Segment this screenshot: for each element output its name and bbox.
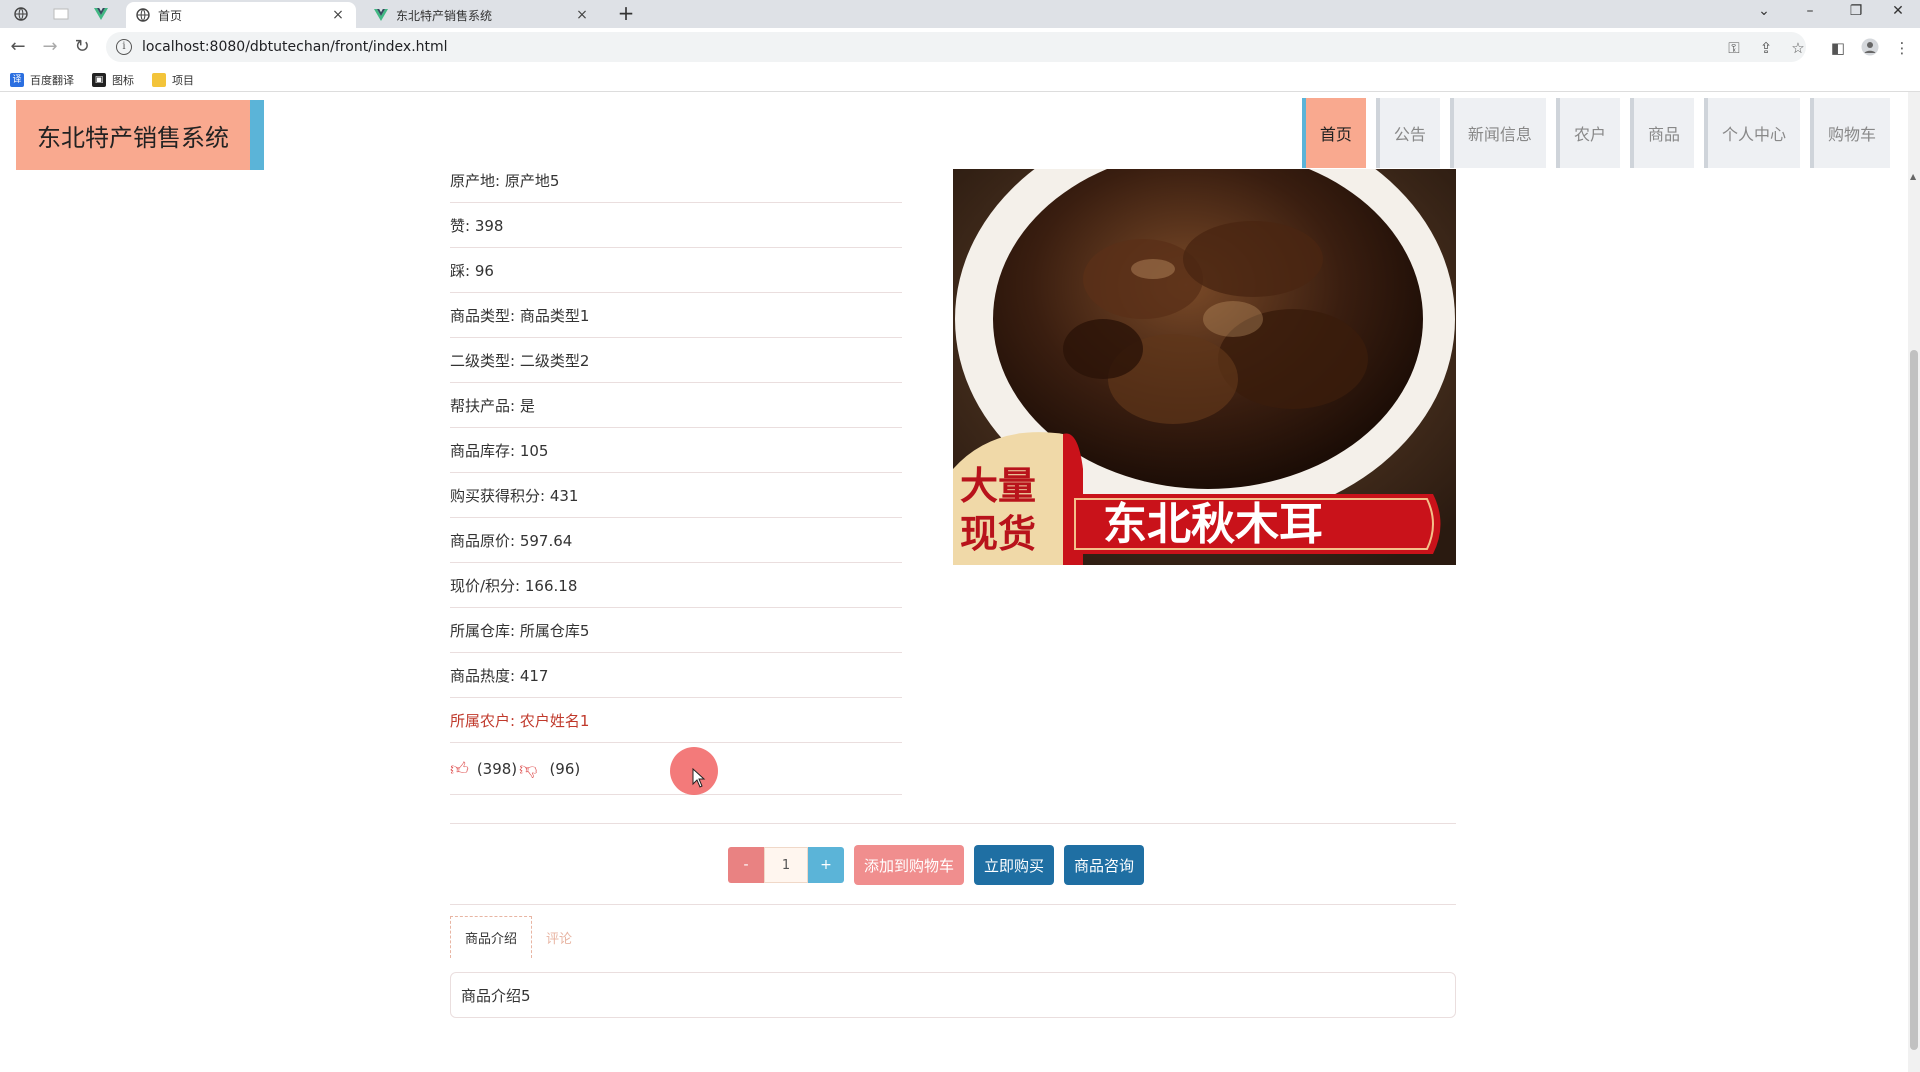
dislike-count: (96) — [549, 759, 581, 778]
side-panel-icon[interactable]: ◧ — [1828, 38, 1848, 58]
vue-logo-icon — [374, 8, 388, 22]
add-to-cart-button[interactable]: 添加到购物车 — [854, 845, 965, 885]
bookmark-baidu-translate[interactable]: 译 百度翻译 — [10, 72, 74, 88]
tab-home[interactable]: 首页 × — [126, 2, 356, 28]
globe-icon — [136, 8, 150, 22]
detail-dislikes: 踩: 96 — [450, 248, 902, 293]
thumbs-up-icon[interactable]: 👍︎ — [450, 758, 469, 780]
detail-warehouse: 所属仓库: 所属仓库5 — [450, 608, 902, 653]
omnibox[interactable]: i localhost:8080/dbtutechan/front/index.… — [106, 32, 1806, 62]
close-icon[interactable]: × — [574, 7, 590, 23]
detail-points: 购买获得积分: 431 — [450, 473, 902, 518]
product-details: 原产地: 原产地5 赞: 398 踩: 96 商品类型: 商品类型1 二级类型:… — [450, 158, 902, 795]
site-logo[interactable]: 东北特产销售系统 — [16, 100, 264, 170]
site-info-icon[interactable]: i — [116, 39, 132, 55]
more-menu-icon[interactable]: ⋮ — [1892, 38, 1912, 58]
nav-farmer[interactable]: 农户 — [1555, 98, 1620, 168]
buy-now-button[interactable]: 立即购买 — [974, 845, 1055, 885]
detail-current-price: 现价/积分: 166.18 — [450, 563, 902, 608]
globe-icon[interactable] — [6, 2, 36, 26]
badge-text-2: 现货 — [960, 512, 1036, 556]
address-bar-row: ← → ↻ i localhost:8080/dbtutechan/front/… — [0, 28, 1920, 68]
scrollbar-thumb[interactable] — [1910, 350, 1918, 1050]
nav-goods[interactable]: 商品 — [1629, 98, 1694, 168]
product-tabs: 商品介绍 评论 — [450, 916, 586, 958]
forward-icon[interactable]: → — [38, 36, 62, 60]
top-nav: 首页 公告 新闻信息 农户 商品 个人中心 购物车 — [1301, 98, 1890, 168]
detail-popularity: 商品热度: 417 — [450, 653, 902, 698]
purchase-bar: - 1 + 添加到购物车 立即购买 商品咨询 — [728, 845, 1145, 885]
nav-cart[interactable]: 购物车 — [1809, 98, 1890, 168]
minimize-button[interactable]: – — [1788, 0, 1832, 24]
cursor-arrow-icon — [692, 767, 706, 792]
detail-original-price: 商品原价: 597.64 — [450, 518, 902, 563]
bookmarks-bar: 译 百度翻译 ▣ 图标 项目 — [0, 68, 1920, 92]
badge-text-1: 大量 — [960, 464, 1036, 508]
detail-farmer-link[interactable]: 所属农户: 农户姓名1 — [450, 698, 902, 743]
detail-likes: 赞: 398 — [450, 203, 902, 248]
window-tab-icon[interactable] — [46, 2, 76, 26]
tab-title: 东北特产销售系统 — [396, 8, 493, 23]
detail-origin: 原产地: 原产地5 — [450, 158, 902, 203]
banner-text: 东北秋木耳 — [1103, 499, 1323, 550]
detail-stock: 商品库存: 105 — [450, 428, 902, 473]
nav-notice[interactable]: 公告 — [1375, 98, 1440, 168]
bookmark-label: 百度翻译 — [30, 73, 74, 87]
window-close-button[interactable]: ✕ — [1876, 0, 1920, 24]
nav-home[interactable]: 首页 — [1301, 98, 1366, 168]
share-icon[interactable]: ⇪ — [1756, 38, 1776, 58]
vue-logo-icon[interactable] — [86, 2, 116, 26]
nav-news[interactable]: 新闻信息 — [1449, 98, 1546, 168]
folder-icon — [152, 72, 166, 87]
divider — [450, 823, 1456, 824]
detail-category: 商品类型: 商品类型1 — [450, 293, 902, 338]
restore-button[interactable]: ❐ — [1834, 0, 1878, 24]
translate-icon: 译 — [10, 72, 24, 87]
image-icon: ▣ — [92, 72, 106, 87]
quantity-increase-button[interactable]: + — [808, 847, 844, 883]
bookmark-label: 项目 — [172, 73, 194, 87]
close-icon[interactable]: × — [330, 7, 346, 23]
tab-system[interactable]: 东北特产销售系统 × — [364, 2, 600, 28]
tab-search-icon[interactable]: ⌄ — [1742, 0, 1786, 24]
new-tab-button[interactable]: + — [614, 2, 638, 26]
quantity-decrease-button[interactable]: - — [728, 847, 764, 883]
bookmark-project[interactable]: 项目 — [152, 72, 194, 88]
like-count: (398) — [476, 759, 518, 778]
back-icon[interactable]: ← — [6, 36, 30, 60]
reload-icon[interactable]: ↻ — [70, 36, 94, 60]
nav-personal-center[interactable]: 个人中心 — [1703, 98, 1800, 168]
product-intro-content: 商品介绍5 — [450, 972, 1456, 1018]
product-image: 大量 现货 东北秋木耳 — [953, 169, 1456, 565]
tab-comments[interactable]: 评论 — [532, 916, 586, 958]
url-text[interactable]: localhost:8080/dbtutechan/front/index.ht… — [142, 39, 448, 55]
browser-tab-strip: 首页 × 东北特产销售系统 × + ⌄ – ❐ ✕ — [0, 0, 1920, 28]
divider — [450, 904, 1456, 905]
tab-product-intro[interactable]: 商品介绍 — [450, 916, 533, 958]
profile-icon[interactable] — [1860, 38, 1880, 58]
page-content: 东北特产销售系统 首页 公告 新闻信息 农户 商品 个人中心 购物车 原产地: … — [0, 92, 1920, 1072]
detail-aid-product: 帮扶产品: 是 — [450, 383, 902, 428]
bookmark-label: 图标 — [112, 73, 134, 87]
key-icon[interactable]: ⚿ — [1724, 38, 1744, 58]
detail-subcategory: 二级类型: 二级类型2 — [450, 338, 902, 383]
thumbs-down-icon[interactable]: 👎︎ — [519, 758, 537, 780]
consult-button[interactable]: 商品咨询 — [1064, 845, 1145, 885]
star-icon[interactable]: ☆ — [1788, 38, 1808, 58]
quantity-input[interactable]: 1 — [764, 847, 808, 883]
scroll-up-icon[interactable]: ▲ — [1910, 172, 1916, 181]
bookmark-icons[interactable]: ▣ 图标 — [92, 72, 134, 88]
tab-title: 首页 — [158, 8, 183, 23]
